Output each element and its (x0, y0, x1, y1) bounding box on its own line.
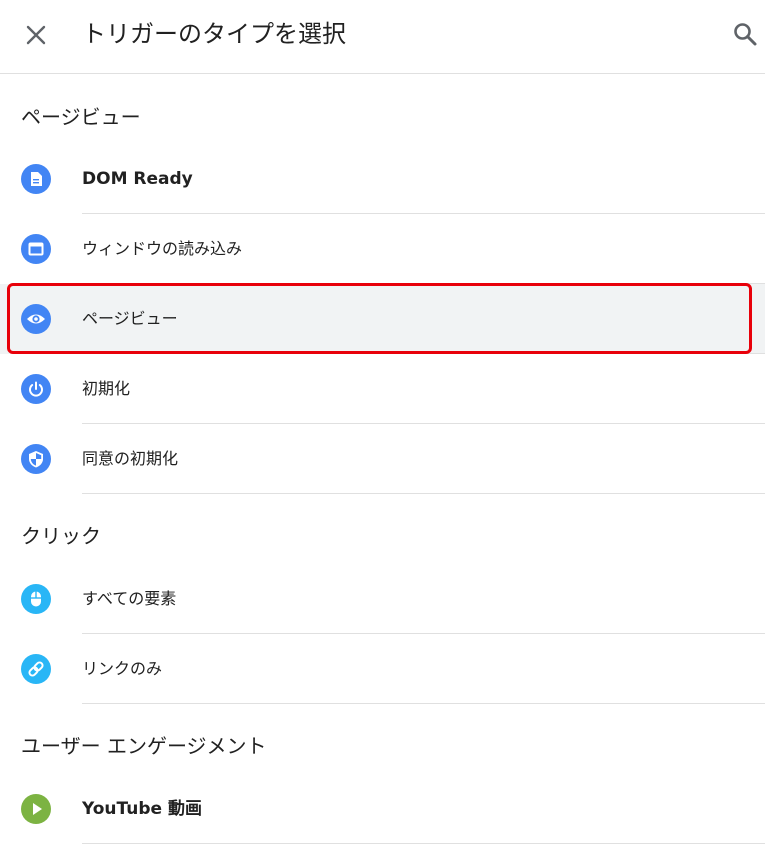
item-label: DOM Ready (82, 169, 193, 189)
mouse-icon (21, 584, 51, 614)
link-icon (21, 654, 51, 684)
trigger-item-youtube-video[interactable]: YouTube 動画 (0, 774, 765, 844)
dialog-header: トリガーのタイプを選択 (0, 0, 765, 74)
trigger-item-dom-ready[interactable]: DOM Ready (0, 144, 765, 214)
close-icon[interactable] (22, 21, 50, 49)
trigger-item-page-view[interactable]: ページビュー (0, 284, 765, 354)
trigger-item-window-loaded[interactable]: ウィンドウの読み込み (0, 214, 765, 284)
item-label: 同意の初期化 (82, 449, 179, 468)
document-icon (21, 164, 51, 194)
item-label: リンクのみ (82, 659, 163, 678)
divider (82, 843, 765, 844)
trigger-item-all-elements[interactable]: すべての要素 (0, 564, 765, 634)
item-label: YouTube 動画 (82, 799, 202, 819)
trigger-item-links-only[interactable]: リンクのみ (0, 634, 765, 704)
section-header-user-engagement: ユーザー エンゲージメント (21, 734, 267, 758)
divider (82, 703, 765, 704)
shield-icon (21, 444, 51, 474)
eye-icon (21, 304, 51, 334)
divider (82, 493, 765, 494)
item-label: 初期化 (82, 379, 131, 398)
window-icon (21, 234, 51, 264)
trigger-item-consent-initialization[interactable]: 同意の初期化 (0, 424, 765, 494)
power-icon (21, 374, 51, 404)
item-label: ウィンドウの読み込み (82, 239, 243, 258)
play-icon (21, 794, 51, 824)
section-header-click: クリック (21, 524, 101, 548)
trigger-item-initialization[interactable]: 初期化 (0, 354, 765, 424)
dialog-title: トリガーのタイプを選択 (82, 20, 346, 48)
search-icon[interactable] (731, 20, 759, 48)
section-header-pageview: ページビュー (21, 105, 141, 129)
item-label: すべての要素 (82, 589, 177, 608)
item-label: ページビュー (82, 309, 178, 328)
